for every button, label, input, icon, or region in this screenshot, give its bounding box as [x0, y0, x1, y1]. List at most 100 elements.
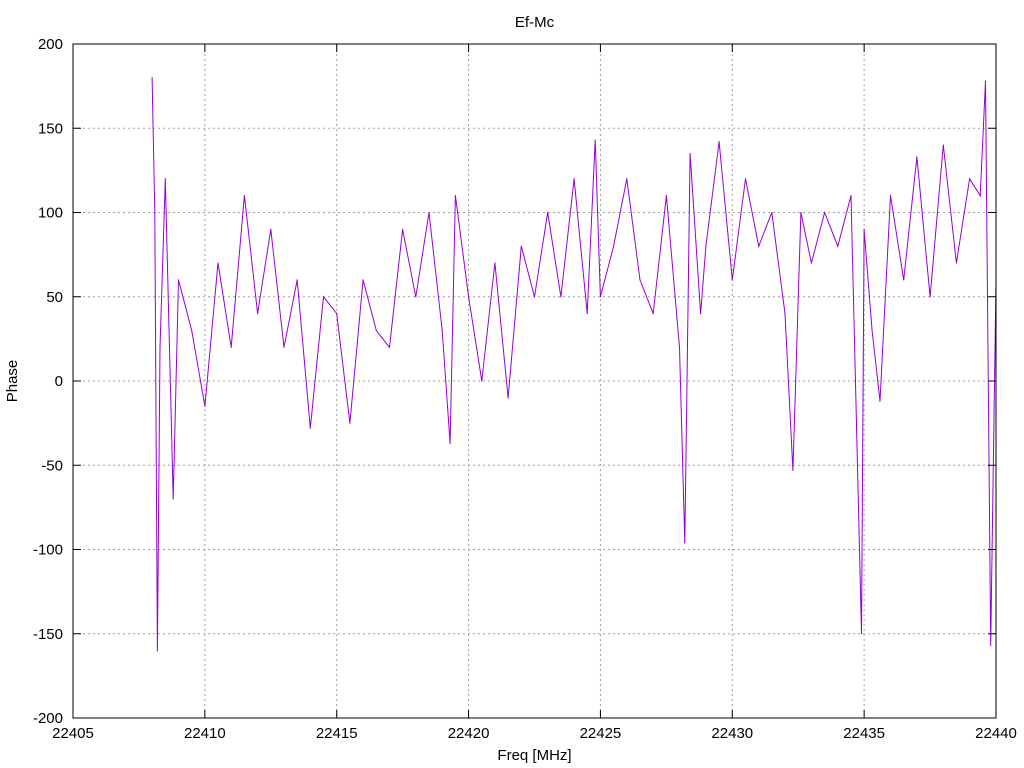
x-tick-label: 22405 — [52, 725, 94, 742]
data-point — [309, 427, 311, 429]
data-point — [191, 329, 193, 332]
series-layer — [151, 77, 997, 652]
data-point — [388, 346, 391, 348]
data-point — [402, 228, 404, 230]
data-point — [984, 80, 987, 82]
data-point — [204, 405, 206, 407]
y-tick-label: 150 — [38, 120, 63, 137]
phase-chart: 22405 22410 22415 22420 22425 22430 22435 22440… — [4, 14, 1017, 764]
data-point — [678, 346, 681, 348]
y-tick-label: 50 — [46, 289, 63, 306]
data-point — [349, 422, 351, 424]
data-point — [415, 296, 417, 298]
y-tick-label: -50 — [41, 457, 63, 474]
data-point — [837, 245, 839, 247]
data-point — [771, 211, 773, 214]
data-point — [879, 400, 881, 402]
data-point — [243, 195, 246, 197]
data-point — [573, 178, 575, 180]
data-point — [990, 644, 992, 647]
data-point — [441, 329, 443, 332]
data-point — [217, 262, 219, 264]
data-point — [599, 296, 602, 298]
data-point — [758, 245, 760, 247]
x-axis-label: Freq [MHz] — [497, 747, 571, 764]
data-point — [494, 262, 496, 264]
x-tick-label: 22410 — [184, 725, 226, 742]
data-point — [979, 195, 981, 197]
data-point — [613, 245, 615, 247]
y-tick-label: 100 — [38, 205, 63, 222]
y-tick-label: -100 — [33, 542, 63, 559]
chart-title: Ef-Mc — [515, 14, 555, 31]
data-point — [172, 498, 174, 500]
data-point — [520, 245, 522, 247]
data-point — [652, 313, 654, 315]
y-tick-labels: -200 -150 -100 -50 0 50 100 150 200 — [33, 36, 63, 727]
data-point — [929, 296, 931, 298]
y-tick-label: -150 — [33, 626, 63, 643]
data-point — [257, 313, 259, 315]
data-point — [792, 469, 794, 471]
data-point — [507, 397, 509, 399]
data-point — [362, 279, 364, 281]
data-point — [586, 313, 588, 315]
data-point — [177, 279, 180, 281]
data-point — [454, 195, 456, 197]
data-point — [375, 329, 377, 332]
data-point — [270, 228, 272, 230]
data-point — [684, 542, 686, 544]
data-point — [230, 346, 232, 348]
x-tick-label: 22440 — [975, 725, 1017, 742]
y-axis-label: Phase — [4, 360, 21, 403]
data-point — [718, 141, 720, 143]
data-point — [969, 178, 971, 180]
data-point — [955, 262, 958, 264]
x-tick-label: 22435 — [843, 725, 885, 742]
data-point — [665, 195, 667, 197]
data-point — [283, 346, 285, 348]
data-point — [428, 211, 430, 214]
data-point — [533, 296, 536, 298]
data-point — [871, 329, 873, 332]
data-point — [823, 211, 826, 214]
data-point — [296, 279, 298, 281]
x-tick-labels: 22405 22410 22415 22420 22425 22430 22435 22440 — [52, 725, 1017, 742]
y-tick-label: 200 — [38, 36, 63, 53]
data-point — [860, 633, 863, 635]
data-point — [903, 279, 905, 281]
data-point — [467, 296, 470, 298]
grid — [73, 44, 996, 718]
data-point — [916, 156, 918, 158]
data-point — [154, 211, 156, 214]
x-tick-label: 22420 — [448, 725, 490, 742]
data-point — [481, 380, 483, 382]
data-point — [449, 442, 451, 444]
data-point — [731, 279, 733, 281]
data-point — [164, 178, 166, 180]
x-tick-label: 22415 — [316, 725, 358, 742]
data-point — [156, 650, 158, 652]
x-tick-label: 22425 — [580, 725, 622, 742]
data-point — [889, 195, 892, 197]
data-point — [942, 144, 944, 146]
data-point — [547, 211, 549, 214]
data-point — [689, 152, 691, 155]
series-line — [151, 77, 997, 651]
data-point — [639, 279, 641, 281]
x-tick-label: 22430 — [711, 725, 753, 742]
data-point — [560, 296, 562, 298]
data-point — [626, 178, 628, 180]
data-point — [744, 178, 747, 180]
data-point — [705, 245, 707, 247]
data-point — [810, 262, 813, 264]
data-point — [594, 139, 596, 141]
y-tick-label: -200 — [33, 710, 63, 727]
data-point — [850, 195, 852, 197]
y-tick-label: 0 — [55, 373, 63, 390]
data-point — [322, 296, 325, 298]
data-point — [800, 211, 802, 214]
data-point — [700, 313, 702, 315]
data-point — [863, 228, 865, 230]
data-point — [336, 313, 338, 315]
